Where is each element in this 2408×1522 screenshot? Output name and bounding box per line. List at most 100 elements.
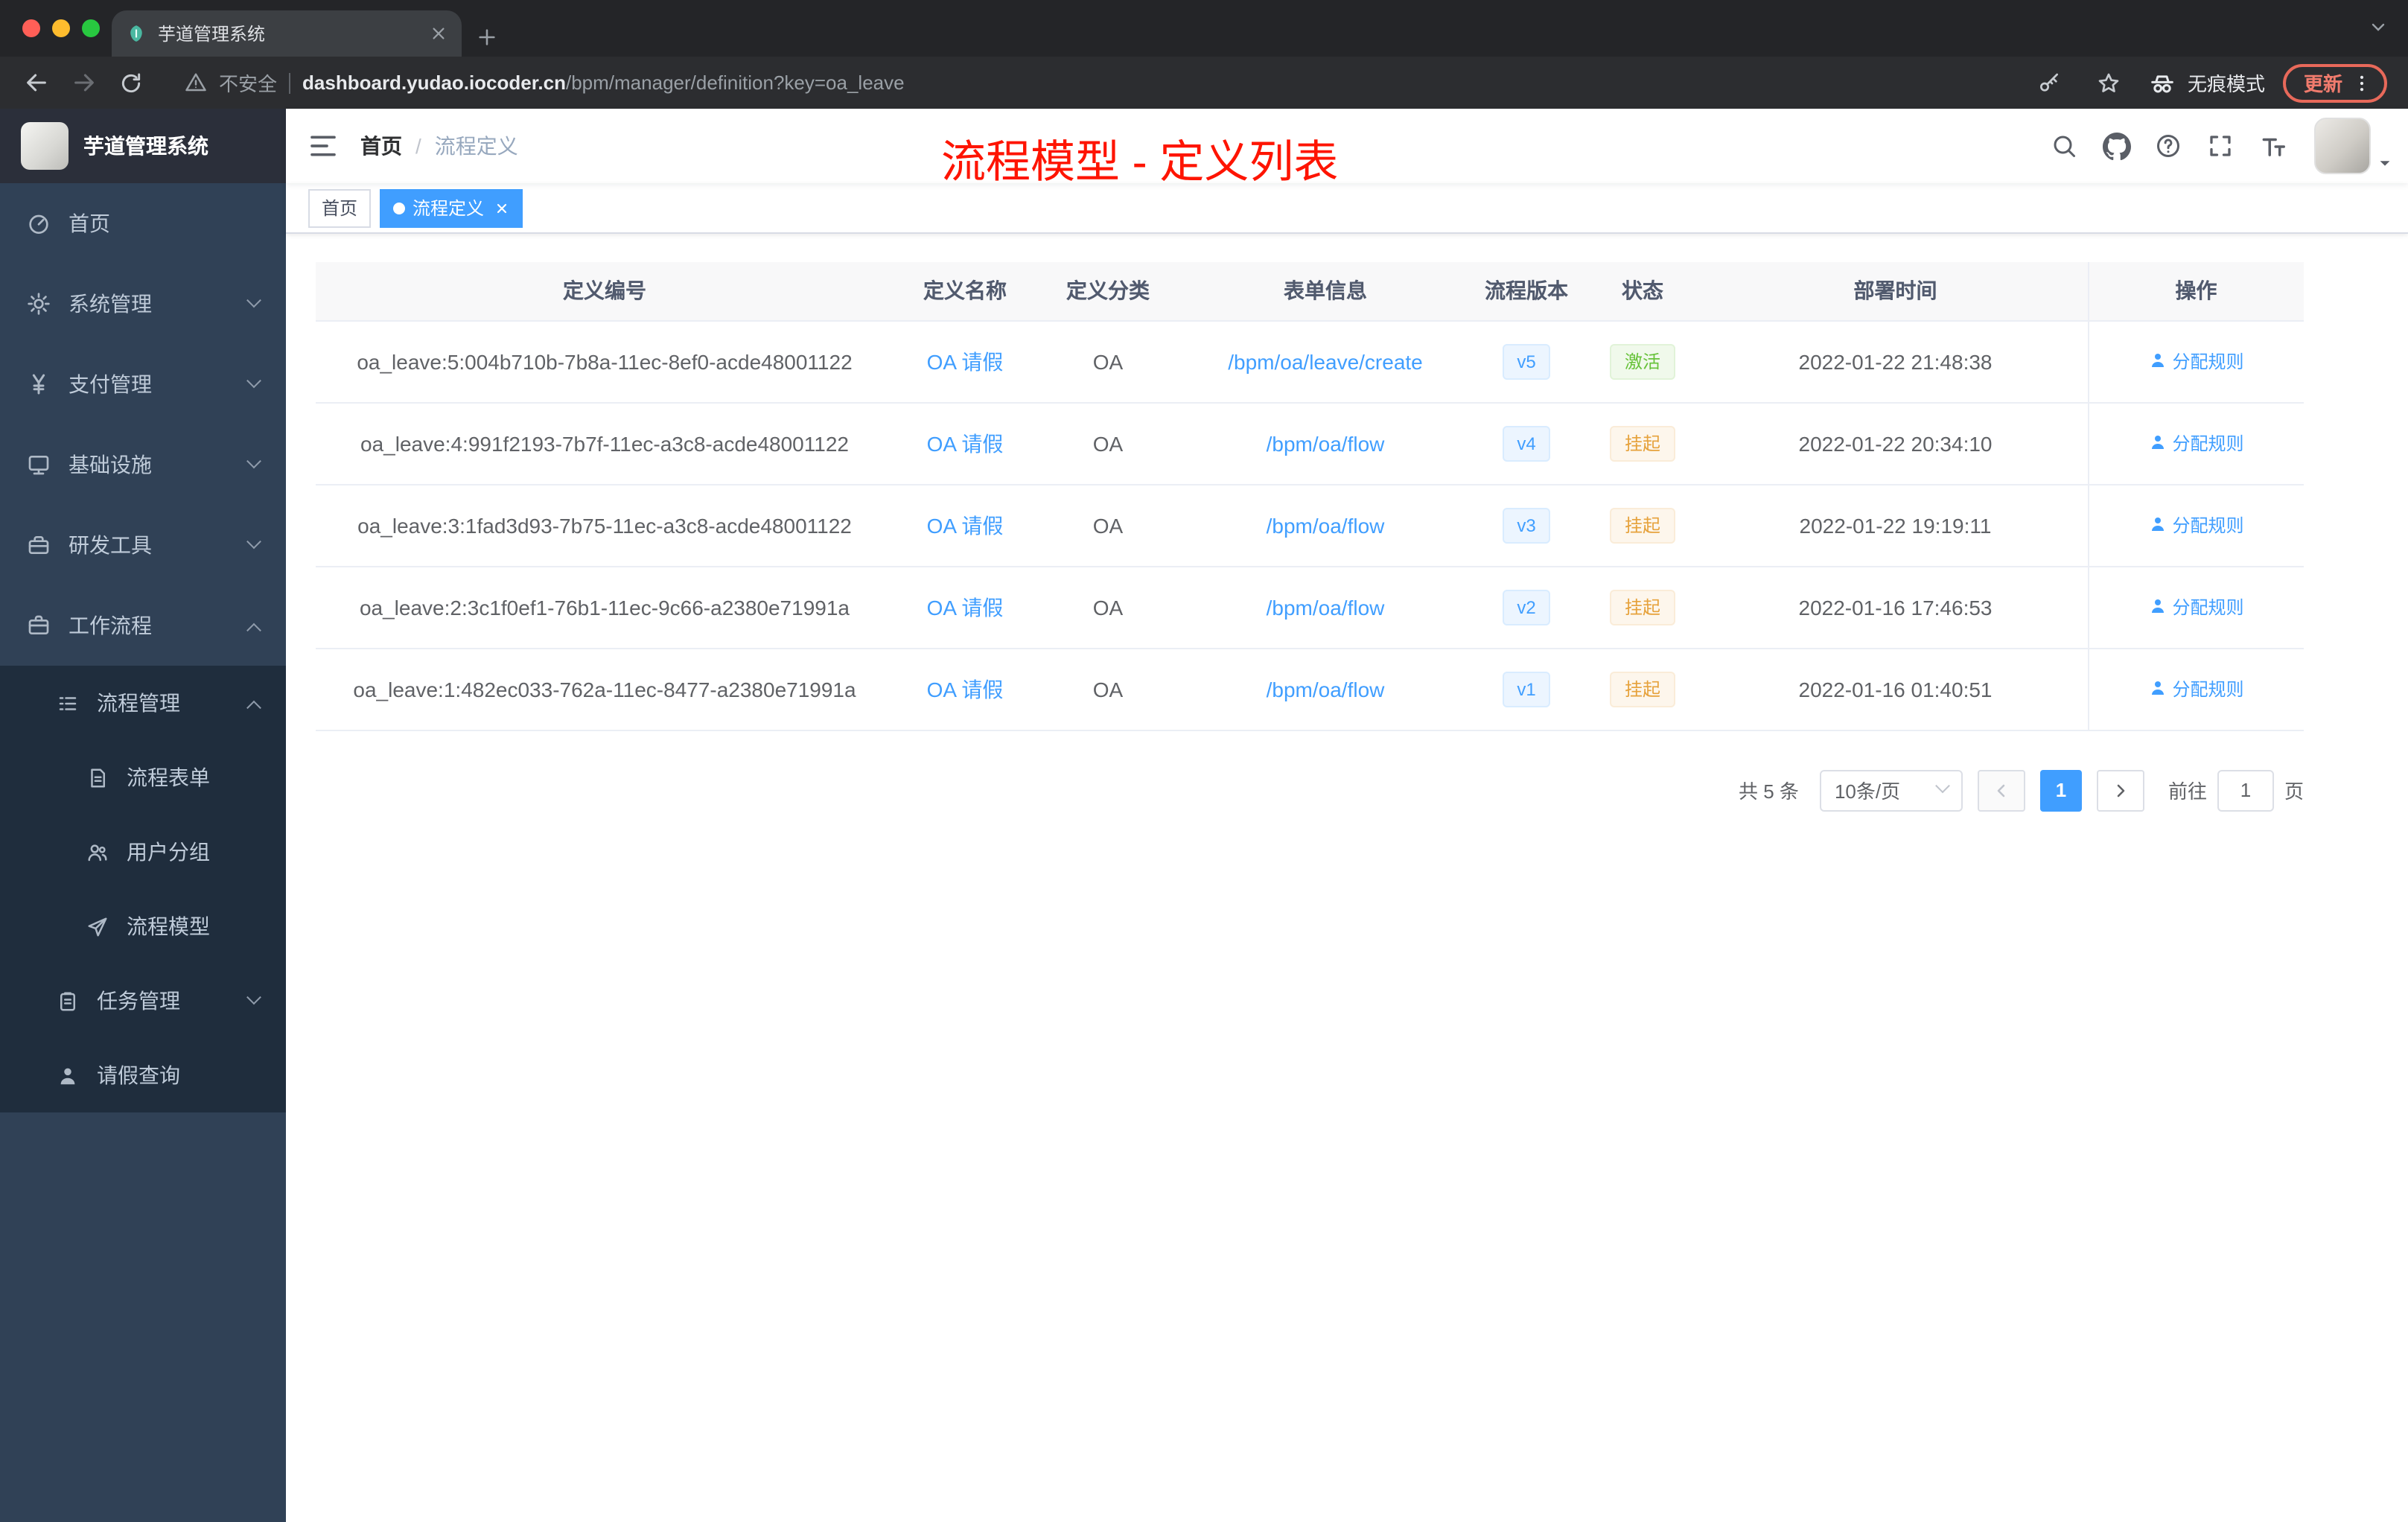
user-menu[interactable] (2314, 118, 2393, 174)
cell-deploy-time: 2022-01-16 01:40:51 (1704, 648, 2088, 730)
help-icon[interactable] (2149, 127, 2188, 165)
page-size-value: 10条/页 (1834, 780, 1901, 803)
zoom-window-button[interactable] (82, 19, 100, 37)
sidebar-item-process-model[interactable]: 流程模型 (0, 889, 286, 964)
definition-name-link[interactable]: OA 请假 (927, 513, 1004, 537)
bookmark-star-icon[interactable] (2088, 62, 2130, 104)
assign-rule-link[interactable]: 分配规则 (2148, 594, 2244, 620)
workflow-submenu: 流程管理 流程表单 用户分组 流程模型 任务管理 请假查询 (0, 666, 286, 1112)
form-info-link[interactable]: /bpm/oa/flow (1267, 431, 1385, 455)
fullscreen-icon[interactable] (2201, 127, 2240, 165)
breadcrumb-home[interactable]: 首页 (360, 131, 402, 161)
sidebar-toggle-icon[interactable] (286, 131, 360, 161)
tag-label: 流程定义 (413, 198, 485, 219)
cell-deploy-time: 2022-01-22 21:48:38 (1704, 320, 2088, 403)
update-label: 更新 (2303, 73, 2342, 95)
address-bar[interactable]: 不安全 dashboard.yudao.iocoder.cn/bpm/manag… (170, 62, 2010, 104)
tag-process-definition[interactable]: 流程定义 (380, 188, 523, 227)
tag-home[interactable]: 首页 (308, 188, 372, 227)
browser-menu-icon[interactable] (2351, 72, 2372, 93)
sidebar-item-home[interactable]: 首页 (0, 183, 286, 264)
cell-category: OA (1036, 320, 1179, 403)
page-size-select[interactable]: 10条/页 (1819, 769, 1963, 811)
update-button[interactable]: 更新 (2282, 63, 2387, 102)
definition-name-link[interactable]: OA 请假 (927, 431, 1004, 455)
cell-deploy-time: 2022-01-22 20:34:10 (1704, 402, 2088, 485)
version-badge: v3 (1502, 507, 1551, 543)
assign-rule-link[interactable]: 分配规则 (2148, 676, 2244, 701)
cell-category: OA (1036, 648, 1179, 730)
status-badge: 挂起 (1609, 589, 1675, 625)
col-operation: 操作 (2087, 262, 2304, 321)
form-info-link[interactable]: /bpm/oa/flow (1267, 513, 1385, 537)
gear-icon (28, 293, 50, 315)
next-page-button[interactable] (2096, 769, 2144, 811)
browser-tab-strip: 芋道管理系统 (0, 0, 2408, 57)
table-row: oa_leave:3:1fad3d93-7b75-11ec-a3c8-acde4… (316, 484, 2304, 567)
form-info-link[interactable]: /bpm/oa/leave/create (1228, 349, 1423, 373)
sidebar-item-process-form[interactable]: 流程表单 (0, 740, 286, 815)
sidebar-item-label: 流程模型 (127, 914, 210, 938)
close-window-button[interactable] (22, 19, 40, 37)
sidebar-item-infra[interactable]: 基础设施 (0, 424, 286, 505)
form-info-link[interactable]: /bpm/oa/flow (1267, 595, 1385, 619)
page-number-1[interactable]: 1 (2039, 769, 2082, 811)
chevron-up-icon (246, 699, 261, 715)
assign-rule-link[interactable]: 分配规则 (2148, 430, 2244, 456)
table-row: oa_leave:5:004b710b-7b8a-11ec-8ef0-acde4… (316, 320, 2304, 403)
prev-page-button[interactable] (1977, 769, 2025, 811)
form-info-link[interactable]: /bpm/oa/flow (1267, 677, 1385, 701)
sidebar-item-process-mgmt[interactable]: 流程管理 (0, 666, 286, 740)
definition-name-link[interactable]: OA 请假 (927, 595, 1004, 619)
form-icon (91, 768, 105, 787)
version-badge: v5 (1502, 343, 1551, 379)
app-logo-row[interactable]: 芋道管理系统 (0, 109, 286, 183)
chevron-up-icon (246, 622, 261, 637)
password-key-icon[interactable] (2028, 62, 2070, 104)
sidebar-item-label: 任务管理 (97, 989, 180, 1013)
paper-plane-icon (88, 917, 107, 936)
sidebar-item-system[interactable]: 系统管理 (0, 264, 286, 344)
sidebar-item-workflow[interactable]: 工作流程 (0, 585, 286, 666)
tab-search-icon[interactable] (2369, 18, 2387, 36)
app-title: 芋道管理系统 (83, 134, 208, 158)
github-icon[interactable] (2097, 127, 2135, 165)
url-host: dashboard.yudao.iocoder.cn (302, 71, 566, 94)
browser-tab[interactable]: 芋道管理系统 (112, 10, 462, 57)
assign-rule-link[interactable]: 分配规则 (2148, 348, 2244, 374)
new-tab-button[interactable] (477, 27, 497, 48)
definition-name-link[interactable]: OA 请假 (927, 677, 1004, 701)
cell-category: OA (1036, 402, 1179, 485)
font-size-icon[interactable] (2253, 127, 2292, 165)
col-definition-category: 定义分类 (1036, 262, 1179, 321)
back-icon[interactable] (15, 62, 57, 104)
window-controls[interactable] (22, 19, 100, 37)
minimize-window-button[interactable] (52, 19, 70, 37)
sidebar-item-leave-query[interactable]: 请假查询 (0, 1038, 286, 1112)
definition-name-link[interactable]: OA 请假 (927, 349, 1004, 373)
sidebar-item-user-group[interactable]: 用户分组 (0, 815, 286, 889)
goto-page-input[interactable] (2217, 769, 2274, 811)
cell-definition-id: oa_leave:5:004b710b-7b8a-11ec-8ef0-acde4… (316, 320, 894, 403)
tab-close-icon[interactable] (430, 25, 447, 42)
sidebar-item-label: 用户分组 (127, 840, 210, 864)
browser-toolbar: 不安全 dashboard.yudao.iocoder.cn/bpm/manag… (0, 57, 2408, 109)
monitor-icon (28, 456, 49, 475)
insecure-warning-icon (185, 73, 206, 92)
col-form-info: 表单信息 (1179, 262, 1471, 321)
sidebar-item-payment[interactable]: 支付管理 (0, 344, 286, 424)
search-icon[interactable] (2045, 127, 2083, 165)
sidebar-item-label: 流程管理 (97, 691, 180, 715)
reload-icon[interactable] (110, 62, 152, 104)
sidebar-item-devtools[interactable]: 研发工具 (0, 505, 286, 585)
sidebar-item-label: 首页 (69, 211, 110, 235)
app-logo (21, 122, 69, 170)
user-icon (2151, 436, 2164, 450)
forward-icon[interactable] (63, 62, 104, 104)
tag-close-icon[interactable] (494, 200, 509, 215)
cell-deploy-time: 2022-01-22 19:19:11 (1704, 484, 2088, 567)
assign-rule-link[interactable]: 分配规则 (2148, 512, 2244, 538)
pagination: 共 5 条 10条/页 1 前往 页 (316, 769, 2304, 811)
toolbox-icon (28, 536, 49, 554)
sidebar-item-task-mgmt[interactable]: 任务管理 (0, 964, 286, 1038)
